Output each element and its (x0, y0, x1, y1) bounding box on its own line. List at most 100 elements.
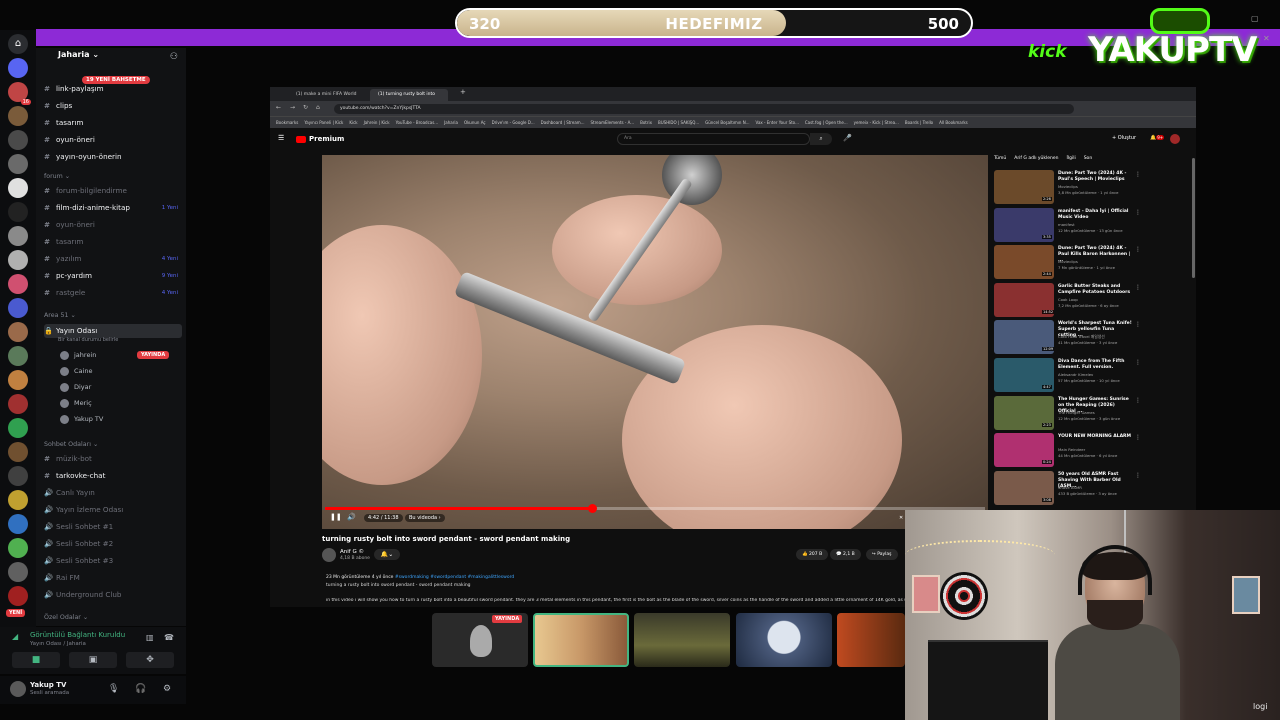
video-player[interactable] (322, 155, 988, 529)
server-icon[interactable] (8, 562, 28, 582)
server-icon[interactable] (8, 154, 28, 174)
home-icon[interactable]: ⌂ (316, 104, 320, 111)
channel-item[interactable]: 🔊 Canlı Yayın (44, 486, 182, 500)
menu-icon[interactable]: ☰ (278, 134, 284, 142)
stream-tile[interactable] (736, 613, 832, 667)
maximize-icon[interactable]: ▢ (1251, 14, 1259, 23)
channel-item[interactable]: 🔊 Sesli Sohbet #3 (44, 554, 182, 568)
channel-item[interactable]: # pc-yardım 9 Yeni (44, 269, 182, 283)
voice-status[interactable]: Bir kanal durumu belirle (58, 337, 118, 343)
filter-chip[interactable]: Son (1084, 156, 1092, 161)
recommended-video[interactable]: 14:52 Garlic Butter Steaks and Campfire P… (994, 283, 1144, 317)
channel-avatar[interactable] (322, 548, 336, 562)
sidebar-scrollbar[interactable] (1192, 158, 1195, 278)
more-options-icon[interactable]: ⋮ (1135, 209, 1141, 216)
volume-icon[interactable]: 🔊 (347, 513, 356, 521)
more-options-icon[interactable]: ⋮ (1135, 284, 1141, 291)
bookmark-item[interactable]: Okunun Aç (464, 120, 486, 125)
channel-item[interactable]: # yayın-oyun-önerin (44, 150, 182, 164)
bookmark-item[interactable]: Boards | Trello (905, 120, 933, 125)
settings-gear-icon[interactable]: ⚙ (163, 684, 171, 694)
server-header[interactable]: Jaharia ⌄ ⚇ (36, 50, 186, 68)
browser-tab-active[interactable]: (1) turning rusty bolt into (370, 89, 448, 101)
channel-item[interactable]: 🔊 Rai FM (44, 571, 182, 585)
reload-icon[interactable]: ↻ (303, 104, 308, 111)
server-icon[interactable] (8, 370, 28, 390)
server-icon[interactable] (8, 274, 28, 294)
more-options-icon[interactable]: ⋮ (1135, 246, 1141, 253)
server-icon[interactable] (8, 418, 28, 438)
filter-chip[interactable]: İlgili (1067, 156, 1076, 161)
recommended-video[interactable]: 3:08 50 years Old ASMR Fast Shaving With … (994, 471, 1144, 505)
voice-user[interactable]: Meriç (60, 396, 92, 410)
server-icon[interactable] (8, 106, 28, 126)
channel-item[interactable]: 🔊 Yayın İzleme Odası (44, 503, 182, 517)
bookmark-item[interactable]: YouTube - Broadcas... (396, 120, 439, 125)
stream-tile[interactable] (837, 613, 905, 667)
filter-chip[interactable]: Arif G adlı yüklenen (1014, 156, 1058, 161)
recommended-video[interactable]: 3:35 manifest - Daha İyi | Official Music… (994, 208, 1144, 242)
comment-button[interactable]: 💬 2,1 B (830, 549, 861, 560)
channel-item[interactable]: # müzik-bot (44, 452, 182, 466)
microphone-icon[interactable]: 🎙 (108, 684, 119, 694)
bookmark-item[interactable]: Drive'ım - Google D... (492, 120, 535, 125)
channel-item[interactable]: # film-dizi-anime-kitap 1 Yeni (44, 201, 182, 215)
more-options-icon[interactable]: ⋮ (1135, 434, 1141, 441)
more-options-icon[interactable]: ⋮ (1135, 321, 1141, 328)
create-button[interactable]: + Oluştur (1112, 135, 1136, 141)
server-icon[interactable] (8, 538, 28, 558)
headphones-icon[interactable]: 🎧 (135, 684, 146, 694)
account-avatar[interactable] (1170, 134, 1180, 144)
category-forum[interactable]: forum ⌄ (44, 173, 70, 180)
search-icon[interactable]: ⌕ (810, 133, 832, 145)
search-input[interactable]: Ara (617, 133, 810, 145)
voice-user[interactable]: Caine (60, 364, 92, 378)
recommended-video[interactable]: 2:44 Dune: Part Two (2024) 4K - Paul Kill… (994, 245, 1144, 279)
channel-item[interactable]: # tasarım (44, 235, 182, 249)
channel-item[interactable]: # clips (44, 99, 182, 113)
bookmark-item[interactable]: Botrix (640, 120, 652, 125)
more-options-icon[interactable]: ⋮ (1135, 359, 1141, 366)
server-icon[interactable] (8, 466, 28, 486)
server-icon[interactable] (8, 586, 28, 606)
channel-item[interactable]: # yazılım 4 Yeni (44, 252, 182, 266)
pause-icon[interactable]: ❚❚ (330, 513, 342, 521)
category-chat[interactable]: Sohbet Odaları ⌄ (44, 441, 98, 448)
channel-item[interactable]: 🔊 Sesli Sohbet #2 (44, 537, 182, 551)
bookmark-item[interactable]: Cast.fog | Open the... (805, 120, 848, 125)
notification-bell-button[interactable]: 🔔⌄ (374, 549, 400, 560)
stream-tile-active[interactable] (533, 613, 629, 667)
channel-item[interactable]: # rastgele 4 Yeni (44, 286, 182, 300)
notifications-icon[interactable]: 🔔9+ (1150, 135, 1165, 141)
bookmark-item[interactable]: BUSHIDO | SAKIŞQ... (658, 120, 699, 125)
bookmark-item[interactable]: Güncel Boşaltımın N... (705, 120, 749, 125)
channel-item[interactable]: 🔊 Sesli Sohbet #1 (44, 520, 182, 534)
voice-user[interactable]: Diyar (60, 380, 91, 394)
channel-item[interactable]: # oyun-öneri (44, 133, 182, 147)
more-options-icon[interactable]: ⋮ (1135, 171, 1141, 178)
fullscreen-icon[interactable]: ✕ (899, 515, 903, 521)
server-icon[interactable] (8, 58, 28, 78)
server-icon[interactable]: 16 (8, 82, 31, 105)
back-icon[interactable]: ← (276, 104, 281, 111)
server-icon[interactable] (8, 322, 28, 342)
description-text[interactable]: in this video i will show you how to tur… (326, 598, 906, 603)
channel-item[interactable]: # tarkovke-chat (44, 469, 182, 483)
channel-item[interactable]: 🔊 Underground Club (44, 588, 182, 602)
recommended-video[interactable]: 0:24 YOUR NEW MORNING ALARM Main Reindeer 4… (994, 433, 1144, 467)
server-icon[interactable] (8, 346, 28, 366)
server-icon[interactable] (8, 394, 28, 414)
server-icon[interactable] (8, 442, 28, 462)
url-field[interactable]: youtube.com/watch?v=ZnYjkpsJTTA (334, 104, 1074, 114)
bookmark-item[interactable]: yemeix - Kick | Strea... (854, 120, 899, 125)
channel-item[interactable]: # tasarım (44, 116, 182, 130)
filter-chip[interactable]: Tümü (994, 156, 1006, 161)
recommended-video[interactable]: 12:09 World's Sharpest Tuna Knife! Superb… (994, 320, 1144, 354)
recommended-video[interactable]: 2:23 The Hunger Games: Sunrise on the Rea… (994, 396, 1144, 430)
voice-search-icon[interactable]: 🎤 (843, 134, 852, 142)
server-icon[interactable] (8, 514, 28, 534)
more-options-icon[interactable]: ⋮ (1135, 397, 1141, 404)
bookmark-item[interactable]: Kick (349, 120, 357, 125)
voice-channel-yayin-odasi[interactable]: 🔒 Yayın Odası (44, 324, 182, 338)
invite-icon[interactable]: ⚇ (170, 52, 178, 62)
